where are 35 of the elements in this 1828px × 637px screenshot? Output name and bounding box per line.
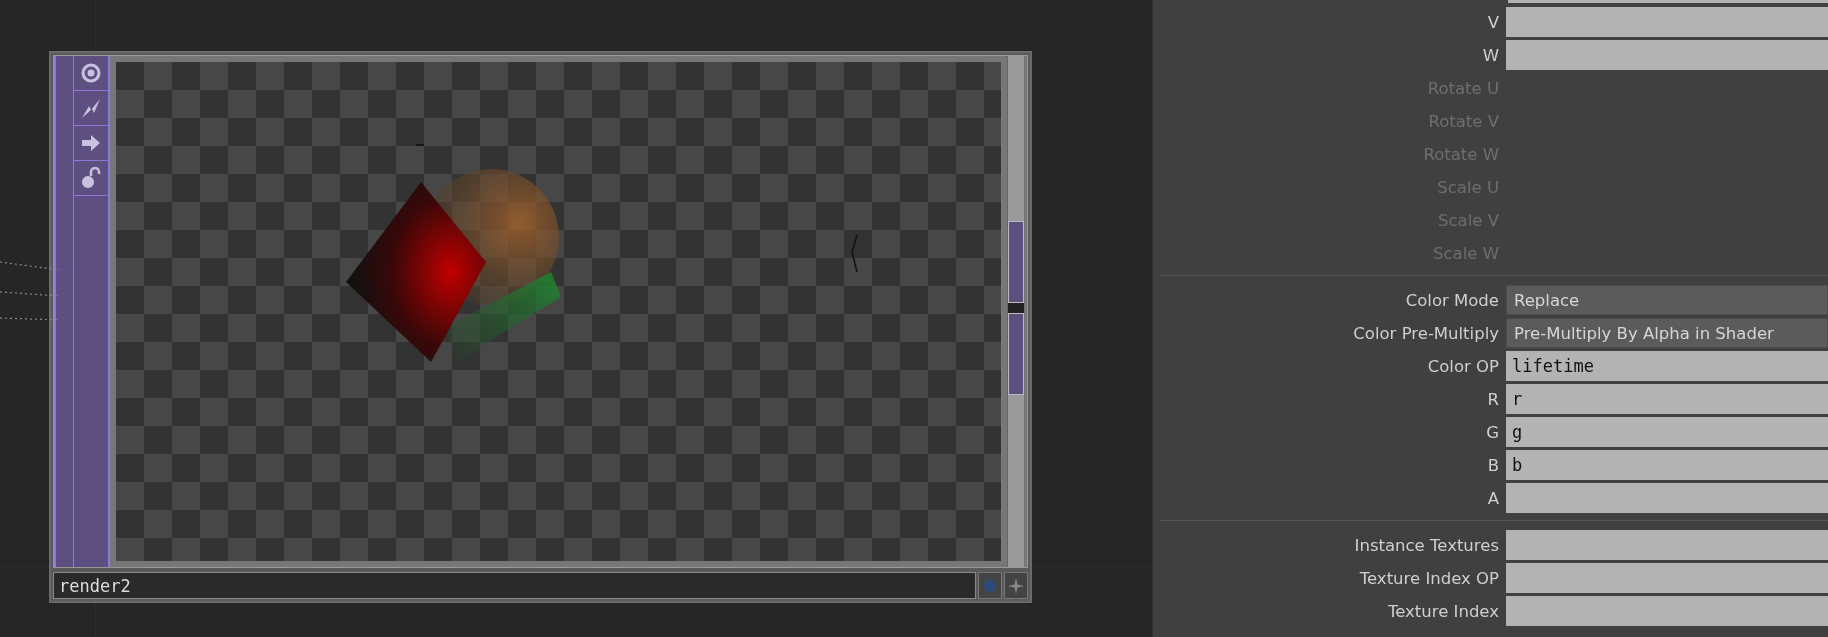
parameter-label: Texture Index xyxy=(1386,601,1499,621)
node-frame[interactable]: render2 xyxy=(49,51,1032,603)
parameter-label: Color OP xyxy=(1426,356,1499,376)
dropdown-menu[interactable]: Pre-Multiply By Alpha in Shader xyxy=(1506,318,1828,348)
input-field[interactable]: g xyxy=(1506,417,1828,447)
ring-icon xyxy=(80,62,102,84)
input-field[interactable] xyxy=(1506,40,1828,70)
input-field[interactable]: r xyxy=(1506,384,1828,414)
parameter-label: Instance Textures xyxy=(1353,535,1499,555)
scroll-bar[interactable] xyxy=(1007,56,1024,567)
parameter-label: Color Mode xyxy=(1404,290,1499,310)
padlock-icon xyxy=(80,167,102,189)
dropdown-menu[interactable]: Replace xyxy=(1506,285,1828,315)
parameter-label: G xyxy=(1485,422,1499,442)
parameter-label: V xyxy=(1486,12,1499,32)
input-field[interactable] xyxy=(1506,596,1828,626)
node-name[interactable]: render2 xyxy=(53,572,976,599)
parameter-label: W xyxy=(1481,45,1499,65)
star-icon xyxy=(1008,577,1024,594)
input-field[interactable] xyxy=(1506,7,1828,37)
parameter-label: A xyxy=(1486,488,1499,508)
input-field[interactable] xyxy=(1506,530,1828,560)
parameter-label: R xyxy=(1486,389,1499,409)
input-field[interactable] xyxy=(1506,483,1828,513)
parameter-label: Texture Index OP xyxy=(1358,568,1499,588)
parameter-label: Color Pre-Multiply xyxy=(1352,323,1499,343)
input-field[interactable]: lifetime xyxy=(1506,351,1828,381)
input-field[interactable] xyxy=(1506,563,1828,593)
add-button[interactable] xyxy=(1004,572,1028,599)
input-field[interactable]: b xyxy=(1506,450,1828,480)
parameter-label: B xyxy=(1486,455,1499,475)
input-field[interactable] xyxy=(1508,0,1828,3)
arrow-icon xyxy=(80,132,102,154)
dot-icon xyxy=(983,578,997,593)
viewer-button[interactable] xyxy=(978,572,1002,599)
